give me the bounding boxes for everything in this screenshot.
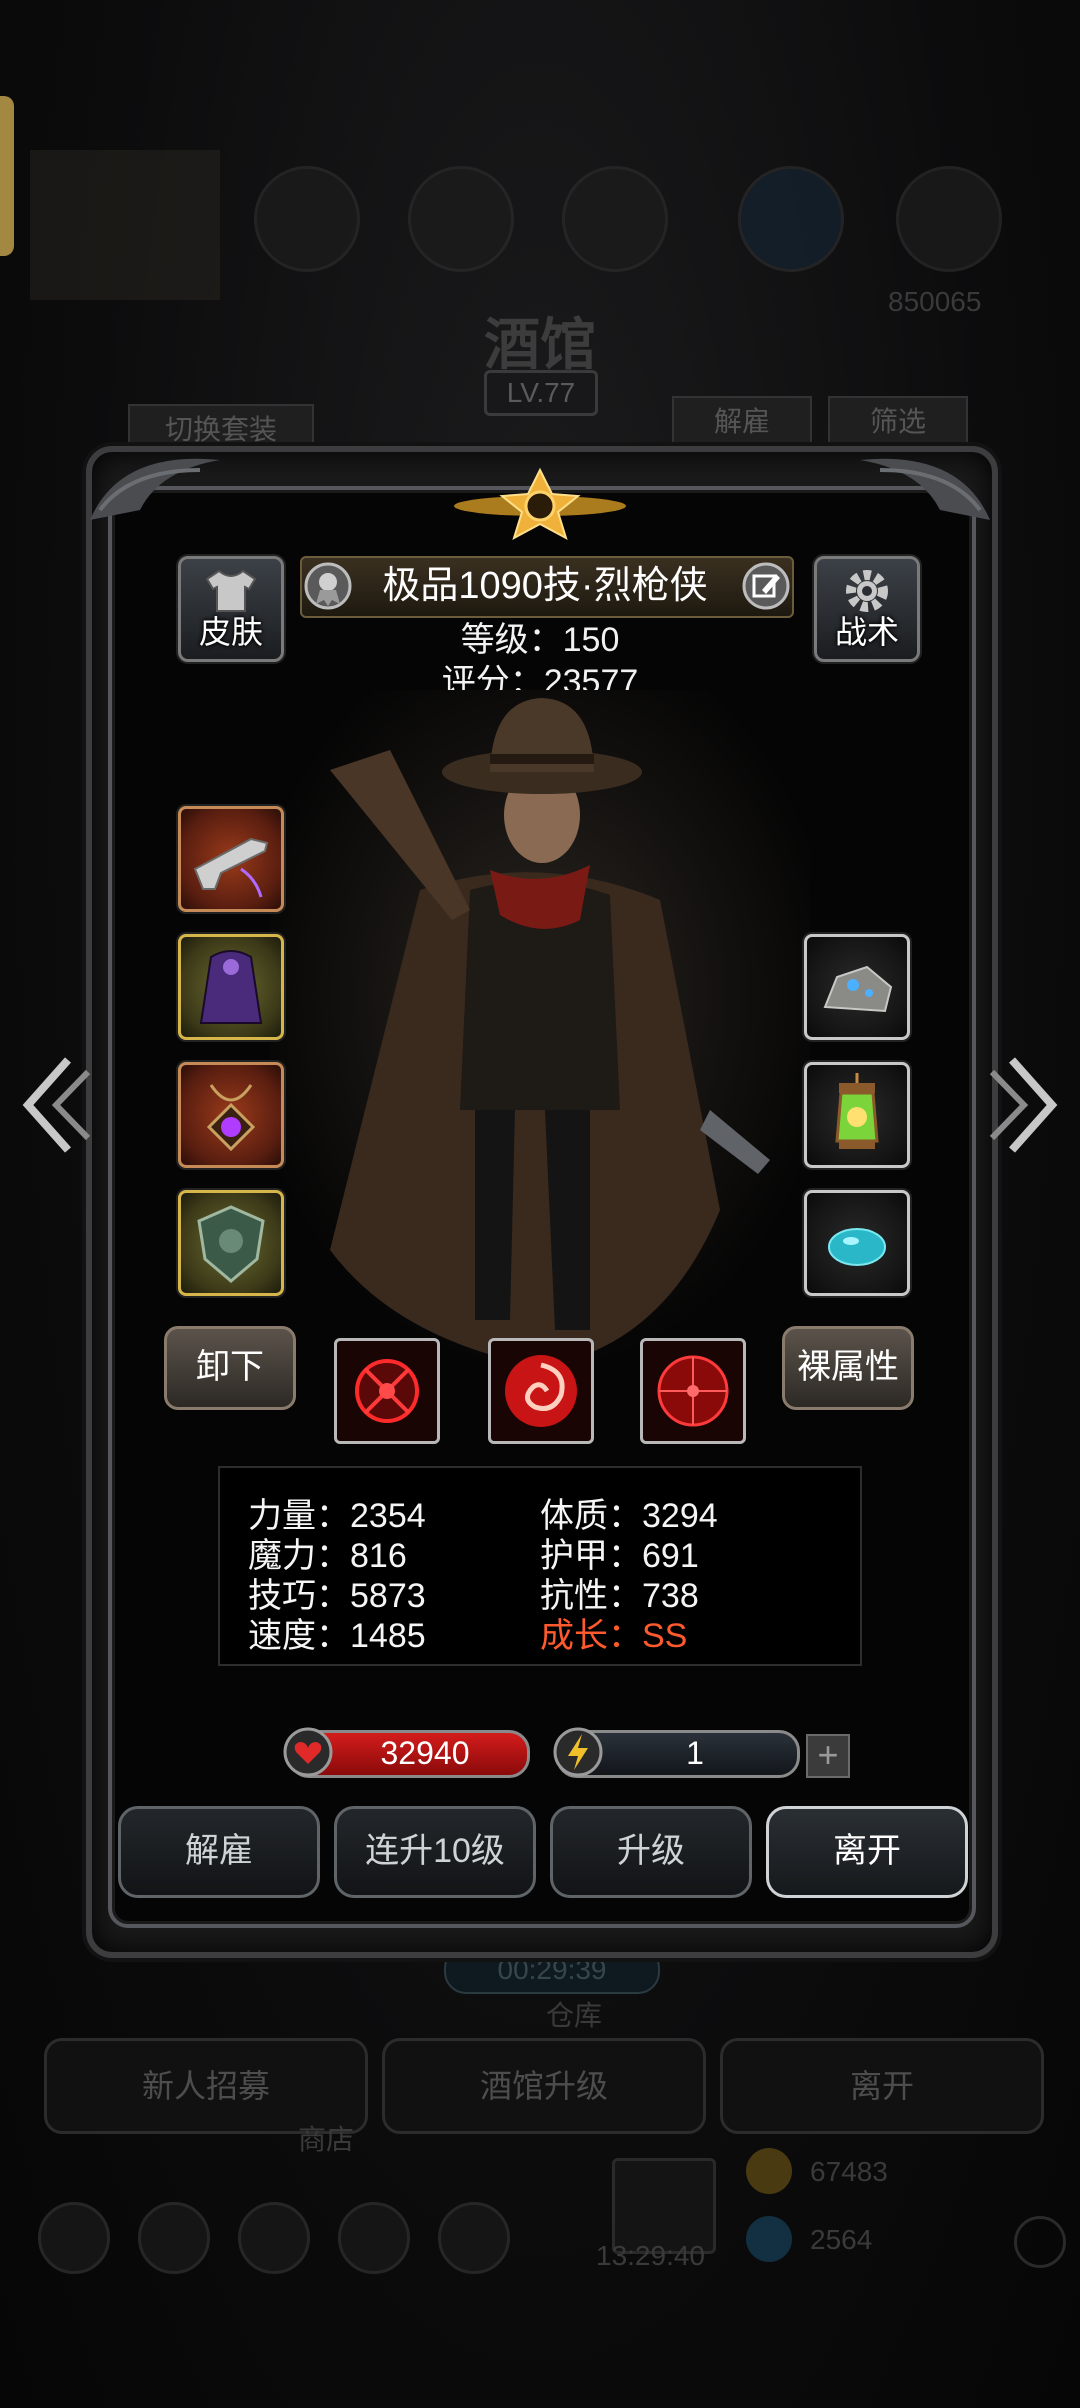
- skill-slot-3[interactable]: [640, 1338, 746, 1444]
- bg-nav-icon-4: [338, 2202, 410, 2274]
- shield-icon: [197, 1205, 265, 1283]
- avatar: [30, 150, 220, 300]
- shop-label: 商店: [298, 2124, 355, 2155]
- equip-slot-gem[interactable]: [804, 1190, 910, 1296]
- tavern-title: 酒馆: [484, 312, 596, 378]
- bg-add-icon: [1014, 2216, 1066, 2268]
- crosshair-skill-icon: [355, 1359, 419, 1423]
- equip-slot-shield[interactable]: [178, 1190, 284, 1296]
- unequip-button[interactable]: 卸下: [164, 1326, 296, 1410]
- frame-ornament-right: [860, 458, 990, 520]
- bg-leave-button[interactable]: 离开: [720, 2038, 1044, 2134]
- gem-stone-icon: [828, 1228, 886, 1266]
- target-skill-icon: [657, 1355, 729, 1427]
- level-up-button[interactable]: 升级: [550, 1806, 752, 1898]
- bg-nav-icon-3: [238, 2202, 310, 2274]
- leave-button[interactable]: 离开: [766, 1806, 968, 1898]
- ore-icon: [823, 965, 893, 1013]
- stat-growth: 成长：SS: [540, 1617, 688, 1655]
- edit-name-icon[interactable]: [740, 560, 792, 612]
- equip-slot-ore[interactable]: [804, 934, 910, 1040]
- frame-ornament-left: [90, 458, 220, 520]
- gem-icon: [746, 2216, 792, 2262]
- bg-menu-icon-2: [408, 166, 514, 272]
- hp-value: 32940: [380, 1735, 470, 1771]
- equip-slot-lantern[interactable]: [804, 1062, 910, 1168]
- hero-portrait: [270, 690, 810, 1370]
- hero-name: 极品1090技·烈枪侠: [382, 565, 708, 607]
- bg-menu-icon-3: [562, 166, 668, 272]
- equip-slot-cloak[interactable]: [178, 934, 284, 1040]
- skill-slot-1[interactable]: [334, 1338, 440, 1444]
- stat-speed: 速度：1485: [248, 1617, 426, 1655]
- avatar-frame: [0, 96, 14, 256]
- energy-value: 1: [686, 1735, 704, 1771]
- equip-slot-amulet[interactable]: [178, 1062, 284, 1168]
- lantern-icon: [835, 1073, 879, 1149]
- bg-menu-icon-5: [896, 166, 1002, 272]
- level-up-10-button[interactable]: 连升10级: [334, 1806, 536, 1898]
- skill-slot-2[interactable]: [488, 1338, 594, 1444]
- add-energy-button[interactable]: +: [806, 1734, 850, 1778]
- previous-hero-arrow-icon[interactable]: [14, 1050, 94, 1160]
- dismiss-button[interactable]: 解雇: [118, 1806, 320, 1898]
- next-hero-arrow-icon[interactable]: [986, 1050, 1066, 1160]
- medal-icon: [304, 562, 352, 610]
- gold-amount: 67483: [810, 2156, 888, 2187]
- bg-menu-icon-4: [738, 166, 844, 272]
- bg-dismiss-button[interactable]: 解雇: [672, 396, 812, 448]
- cloak-icon: [199, 950, 263, 1024]
- sun-emblem: [454, 467, 626, 541]
- equip-slot-weapon[interactable]: [178, 806, 284, 912]
- lightning-icon: [553, 1727, 603, 1777]
- swirl-skill-icon: [505, 1355, 577, 1427]
- bg-nav-icon-5: [438, 2202, 510, 2274]
- tavern-upgrade-button[interactable]: 酒馆升级: [382, 2038, 706, 2134]
- base-attributes-button[interactable]: 裸属性: [782, 1326, 914, 1410]
- bg-nav-icon-1: [38, 2202, 110, 2274]
- gold-coin-icon: [746, 2148, 792, 2194]
- pistol-icon: [193, 837, 269, 898]
- clock: 13:29:40: [596, 2240, 705, 2271]
- amulet-icon: [206, 1084, 256, 1152]
- bg-nav-icon-2: [138, 2202, 210, 2274]
- warehouse-label: 仓库: [546, 2000, 603, 2031]
- bg-menu-icon-1: [254, 166, 360, 272]
- tavern-level: LV.77: [484, 370, 598, 416]
- gem-amount: 2564: [810, 2224, 873, 2255]
